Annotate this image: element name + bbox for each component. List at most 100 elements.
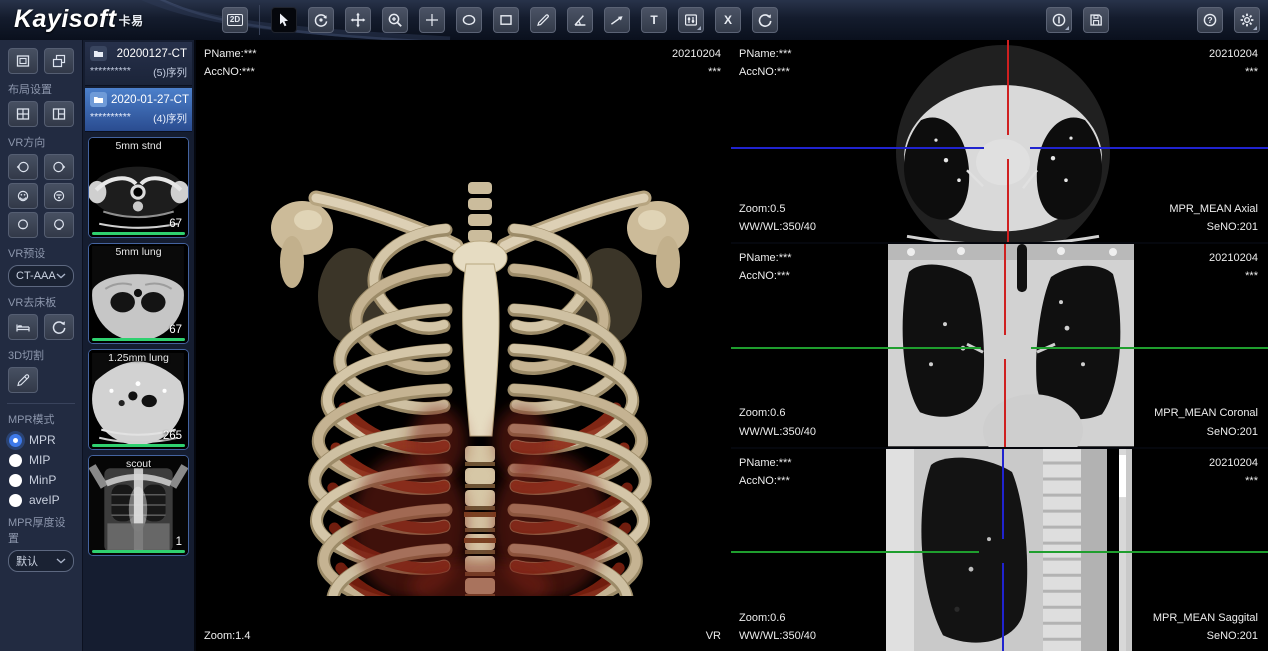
app-logo: Kayisoft卡易 [14, 5, 144, 34]
thumbnail-image-number: 67 [169, 324, 182, 336]
reset-view-button[interactable] [752, 7, 778, 33]
mpr-sagittal-view[interactable]: PName:*** AccNO:*** 20210204 *** Zoom:0.… [731, 449, 1268, 651]
layout-2d-icon: 2D [227, 14, 243, 26]
coronal-crosshair-vertical[interactable] [1004, 359, 1006, 446]
text-annotate-button[interactable]: T [641, 7, 667, 33]
vr-head-left-button[interactable] [8, 154, 38, 180]
vr-head-inferior-button[interactable] [44, 183, 74, 209]
sagittal-crosshair-horizontal[interactable] [731, 551, 979, 553]
angle-measure-button[interactable] [567, 7, 593, 33]
pan-button[interactable] [345, 7, 371, 33]
bed-reset-button[interactable] [44, 314, 74, 340]
pencil-draw-button[interactable] [530, 7, 556, 33]
vr-bed-removal-label: VR去床板 [8, 294, 74, 310]
accno-text: AccNO:*** [204, 63, 257, 81]
axial-crosshair-vertical[interactable] [1007, 159, 1009, 242]
zoom-in-button[interactable] [382, 7, 408, 33]
mpr-axial-view[interactable]: PName:*** AccNO:*** 20210204 *** Zoom:0.… [731, 40, 1268, 242]
sagittal-crosshair-vertical[interactable] [1002, 563, 1004, 651]
bed-icon [15, 319, 31, 335]
layout-single-view-button[interactable] [8, 48, 38, 74]
chevron-down-icon [56, 273, 66, 279]
arrow-annotate-button[interactable] [604, 7, 630, 33]
wwwl-adjust-icon [683, 12, 699, 28]
axial-crosshair-horizontal[interactable] [1030, 147, 1268, 149]
head-face-icon [51, 217, 67, 233]
mpr-mode-radio-mip[interactable]: MIP [9, 453, 73, 467]
ellipse-roi-button[interactable] [456, 7, 482, 33]
layout-custom-button[interactable] [44, 48, 74, 74]
thumbnail-progress-bar [92, 232, 185, 235]
head-right-icon [51, 159, 67, 175]
vr-viewport[interactable]: PName:*** AccNO:*** 20210204 *** Zoom:1.… [196, 40, 731, 651]
vr-head-right-button[interactable] [44, 154, 74, 180]
sagittal-crosshair-horizontal[interactable] [1029, 551, 1268, 553]
rotate-3d-button[interactable] [308, 7, 334, 33]
grid-2x2-icon [15, 106, 31, 122]
seno-text: SeNO:201 [1169, 218, 1258, 236]
study-item-2-selected[interactable]: 2020-01-27-CT ********** (4)序列 [85, 88, 192, 132]
radio-dot [9, 494, 22, 507]
brand-text: Kayisoft [14, 5, 117, 33]
help-button[interactable]: ? [1197, 7, 1223, 33]
series-thumbnail-5mm-lung[interactable]: 5mm lung 67 [88, 243, 189, 344]
zoom-text: Zoom:0.5 [739, 200, 816, 218]
study-item-1[interactable]: 20200127-CT ********** (5)序列 [85, 42, 192, 86]
axial-crosshair-horizontal[interactable] [731, 147, 984, 149]
mpr-mode-radio-minp[interactable]: MinP [9, 473, 73, 487]
zoom-text: Zoom:1.4 [204, 627, 250, 645]
wwwl-adjust-button[interactable] [678, 7, 704, 33]
thumbnail-label: 5mm stnd [89, 140, 188, 152]
axial-crosshair-vertical[interactable] [1007, 40, 1009, 135]
layout-2d-button[interactable]: 2D [222, 7, 248, 33]
coronal-crosshair-horizontal[interactable] [1031, 347, 1268, 349]
masked-text: *** [672, 63, 721, 81]
vr-head-anterior-button[interactable] [44, 212, 74, 238]
mpr-study-overlay: 20210204 *** [1209, 45, 1258, 81]
remove-bed-button[interactable] [8, 314, 38, 340]
layout-1plus2-button[interactable] [44, 101, 74, 127]
mpr-coronal-view[interactable]: PName:*** AccNO:*** 20210204 *** Zoom:0.… [731, 244, 1268, 446]
series-thumbnail-125mm-lung[interactable]: 1.25mm lung 265 [88, 349, 189, 450]
layout-grid-2x2-button[interactable] [8, 101, 38, 127]
coronal-crosshair-horizontal[interactable] [731, 347, 981, 349]
vr-preset-select[interactable]: CT-AAA [8, 265, 74, 287]
coronal-crosshair-vertical[interactable] [1004, 244, 1006, 335]
series-thumbnail-scout[interactable]: scout 1 [88, 455, 189, 556]
study-series-count: (5)序列 [153, 65, 187, 80]
scalpel-button[interactable] [8, 367, 38, 393]
thumbnail-label: 1.25mm lung [89, 352, 188, 364]
head-left-icon [15, 159, 31, 175]
series-thumbnail-5mm-stnd[interactable]: 5mm stnd 67 [88, 137, 189, 238]
window-toolbar: ? [1197, 7, 1260, 33]
thumbnail-progress-bar [92, 550, 185, 553]
zoom-text: Zoom:0.6 [739, 609, 816, 627]
radio-label: aveIP [29, 493, 60, 507]
folder-open-icon [90, 92, 107, 107]
layout-settings-label: 布局设置 [8, 81, 74, 97]
study-title: 2020-01-27-CT [111, 94, 189, 106]
mpr-mode-radio-aveip[interactable]: aveIP [9, 493, 73, 507]
save-button[interactable] [1083, 7, 1109, 33]
folder-icon [90, 46, 107, 61]
mpr-study-overlay: 20210204 *** [1209, 454, 1258, 490]
info-circle-button[interactable] [1046, 7, 1072, 33]
vr-head-posterior-button[interactable] [8, 212, 38, 238]
masked-text: *** [1209, 63, 1258, 81]
head-top-icon [15, 188, 31, 204]
crosshair-button[interactable] [419, 7, 445, 33]
mpr-zoom-overlay: Zoom:0.6 WW/WL:350/40 [739, 404, 816, 440]
select-cursor-button[interactable] [271, 7, 297, 33]
vr-head-superior-button[interactable] [8, 183, 38, 209]
cut-3d-label: 3D切割 [8, 347, 74, 363]
thumbnail-image-number: 1 [176, 536, 182, 548]
rect-roi-button[interactable] [493, 7, 519, 33]
svg-text:?: ? [1207, 15, 1212, 25]
scalpel-icon [15, 372, 31, 388]
series-panel: 20200127-CT ********** (5)序列 2020-01-27-… [83, 40, 196, 651]
mpr-thickness-select[interactable]: 默认 [8, 550, 74, 572]
settings-button[interactable] [1234, 7, 1260, 33]
mpr-mode-radio-mpr[interactable]: MPR [9, 433, 73, 447]
sagittal-crosshair-vertical[interactable] [1002, 449, 1004, 539]
delete-annotation-button[interactable]: X [715, 7, 741, 33]
